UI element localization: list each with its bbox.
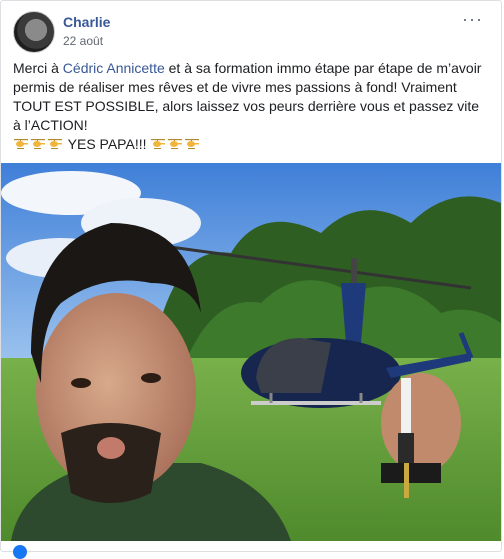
reaction-icon[interactable]	[13, 545, 27, 559]
post-card: Charlie 22 août ··· Merci à Cédric Annic…	[0, 0, 502, 559]
helicopter-emoji	[168, 139, 183, 149]
slogan-text: YES PAPA!!!	[67, 136, 147, 152]
post-photo[interactable]	[1, 163, 501, 541]
helicopter-emoji-group-right	[147, 136, 202, 152]
post-header: Charlie 22 août ···	[13, 9, 483, 53]
avatar[interactable]	[13, 11, 55, 53]
helicopter-selfie-photo	[1, 163, 501, 541]
helicopter-emoji-group-left	[13, 136, 68, 152]
helicopter-emoji	[185, 139, 200, 149]
post-date[interactable]: 22 août	[63, 34, 103, 48]
helicopter-emoji	[31, 139, 45, 149]
helicopter-emoji	[48, 139, 62, 149]
post-text-intro: Merci à	[13, 60, 63, 76]
post-text: Merci à Cédric Annicette et à sa formati…	[13, 59, 487, 154]
helicopter-emoji	[14, 139, 28, 149]
more-options-icon[interactable]: ···	[462, 9, 483, 30]
author-name[interactable]: Charlie	[63, 14, 110, 30]
helicopter-emoji	[151, 139, 166, 149]
mention-link[interactable]: Cédric Annicette	[63, 60, 165, 76]
